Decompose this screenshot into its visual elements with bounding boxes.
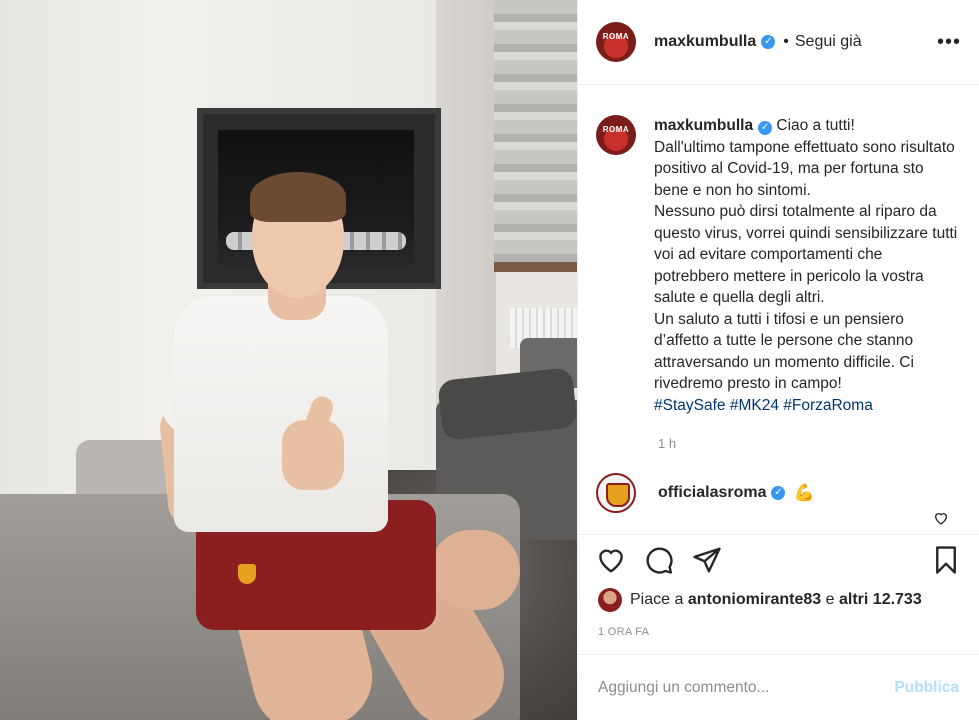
likes-count[interactable]: altri 12.733 [839,591,922,609]
caption: maxkumbulla ✓ Ciao a tutti! Dall'ultimo t… [654,115,961,416]
caption-text: Ciao a tutti! Dall'ultimo tampone effett… [654,117,958,392]
comments-area[interactable]: maxkumbulla ✓ Ciao a tutti! Dall'ultimo t… [578,85,979,535]
bookmark-icon[interactable] [931,545,961,575]
caption-username[interactable]: maxkumbulla [654,117,753,134]
follow-status-button[interactable]: Segui già [795,33,862,51]
flexed-biceps-emoji: 💪 [793,483,815,502]
person-hair [250,172,346,222]
caption-row: maxkumbulla ✓ Ciao a tutti! Dall'ultimo t… [596,115,961,416]
post-photo[interactable] [0,0,577,720]
caption-author-avatar[interactable] [596,115,636,155]
verified-icon: ✓ [758,121,773,135]
separator-dot: • [783,33,789,50]
person-hand [282,420,344,490]
likes-middle: e [825,591,835,608]
post-header: maxkumbulla ✓ • Segui già ••• [578,0,979,85]
author-username[interactable]: maxkumbulla [654,33,756,51]
caption-time: 1 h [658,436,677,451]
caption-hashtags[interactable]: #StaySafe #MK24 #ForzaRoma [654,397,873,414]
verified-icon: ✓ [761,35,776,49]
action-bar [578,534,979,592]
person-knee [430,530,520,610]
comment-icon[interactable] [644,545,674,575]
person-shirt [174,296,388,532]
commenter-username[interactable]: officialasroma [658,484,766,502]
heart-icon[interactable] [596,545,626,575]
share-icon[interactable] [692,545,722,575]
post-panel: maxkumbulla ✓ • Segui già ••• maxkumbull… [577,0,979,720]
author-avatar[interactable] [596,22,636,62]
comment-input[interactable] [598,678,885,697]
comment-row: officialasroma ✓ 💪 [596,473,961,513]
verified-icon: ✓ [771,486,786,500]
commenter-avatar[interactable] [596,473,636,513]
comment-like-heart-icon[interactable] [933,510,949,526]
publish-button[interactable]: Pubblica [894,679,959,697]
blind-edge [494,262,577,272]
liker-avatar[interactable] [598,588,622,612]
window-blind [494,0,577,268]
post-timestamp[interactable]: 1 ORA FA [598,626,649,638]
more-options-icon[interactable]: ••• [937,32,961,52]
likes-row: Piace a antoniomirante83 e altri 12.733 [598,588,922,612]
likes-prefix: Piace a [630,591,684,608]
shorts-badge [238,564,256,584]
add-comment-bar: Pubblica [578,654,979,720]
liker-username[interactable]: antoniomirante83 [688,591,821,609]
